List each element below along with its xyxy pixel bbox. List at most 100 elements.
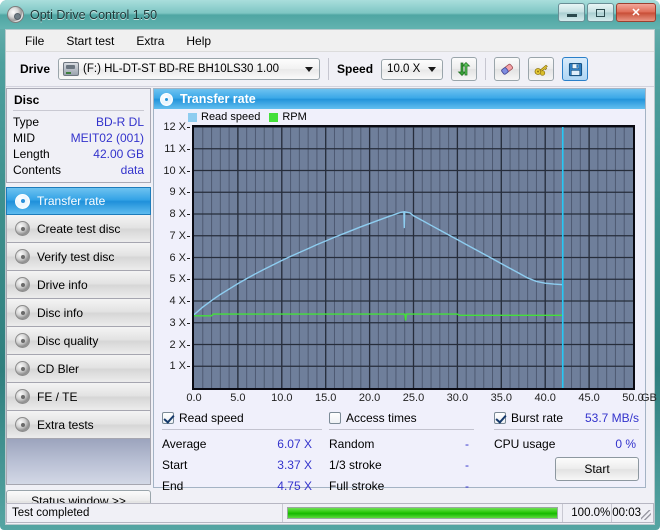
- burst-rate-label: Burst rate: [511, 410, 564, 425]
- x-axis-tick: 45.0: [578, 392, 600, 404]
- sidebar-item-label: Drive info: [37, 277, 88, 292]
- y-axis-tick: 4 X: [154, 295, 190, 307]
- sidebar-item-extra-tests[interactable]: Extra tests: [6, 411, 151, 439]
- sidebar-item-drive-info[interactable]: Drive info: [6, 271, 151, 299]
- burst-rate-checkbox-row[interactable]: Burst rate 53.7 MB/s: [494, 409, 639, 426]
- third-stroke-label: 1/3 stroke: [329, 458, 382, 472]
- disc-icon: [15, 361, 30, 376]
- sidebar-item-label: Disc quality: [37, 333, 99, 348]
- disc-info-row: Type BD-R DL: [13, 114, 144, 130]
- client-area: File Start test Extra Help Drive (F:) HL…: [5, 29, 657, 525]
- disc-icon: [15, 249, 30, 264]
- stat-row: Full stroke -: [329, 476, 474, 497]
- toolbar-separator-2: [485, 58, 487, 80]
- y-axis-tick: 3 X: [154, 317, 190, 329]
- y-axis-tick: 11 X: [154, 143, 190, 155]
- sidebar-item-label: Extra tests: [37, 417, 94, 432]
- sidebar-item-disc-info[interactable]: Disc info: [6, 299, 151, 327]
- chart-panel: Transfer rate Read speed RPM 1 X 2 X 3 X 4 …: [153, 88, 657, 493]
- disc-info-row: Contents data: [13, 162, 144, 178]
- disc-icon: [15, 417, 30, 432]
- refresh-arrows-icon: [457, 62, 471, 76]
- start-label: Start: [162, 458, 188, 472]
- x-axis-tick: 30.0: [446, 392, 469, 404]
- disc-contents-label: Contents: [13, 163, 62, 177]
- maximize-button[interactable]: [587, 3, 614, 22]
- save-button[interactable]: [562, 57, 589, 81]
- x-axis-tick: 20.0: [358, 392, 381, 404]
- eraser-icon: [501, 63, 514, 75]
- disc-icon: [15, 389, 30, 404]
- x-axis-unit-label: GB: [641, 392, 657, 404]
- chevron-down-icon: [305, 67, 314, 72]
- erase-button[interactable]: [494, 57, 521, 81]
- transfer-rate-chart: [194, 127, 633, 388]
- tab-list: Transfer rate Create test disc Verify te…: [6, 187, 151, 485]
- drive-select[interactable]: (F:) HL-DT-ST BD-RE BH10LS30 1.00: [58, 58, 321, 80]
- read-speed-column: Read speed Average 6.07 X Start 3.37 X E…: [162, 409, 322, 497]
- stat-row: End 4.75 X: [162, 476, 322, 497]
- disc-info-row: MID MEIT02 (001): [13, 130, 144, 146]
- disc-mid-label: MID: [13, 131, 35, 145]
- y-axis-tick: 9 X: [154, 186, 190, 198]
- end-label: End: [162, 479, 184, 493]
- legend-swatch-rpm: [269, 112, 279, 122]
- divider: [162, 429, 322, 430]
- progress-bar-fill: [288, 508, 558, 518]
- burst-rate-column: Burst rate 53.7 MB/s CPU usage 0 %: [494, 409, 639, 455]
- disc-icon: [15, 193, 30, 209]
- stat-row: Random -: [329, 434, 474, 455]
- stat-row: CPU usage 0 %: [494, 434, 639, 455]
- sidebar-item-fe-te[interactable]: FE / TE: [6, 383, 151, 411]
- minimize-button[interactable]: [558, 3, 585, 22]
- read-speed-checkbox[interactable]: [162, 411, 174, 424]
- x-axis-tick: 10.0: [271, 392, 293, 404]
- menu-item-help[interactable]: Help: [175, 31, 222, 51]
- drive-icon: [63, 62, 80, 76]
- sidebar-item-disc-quality[interactable]: Disc quality: [6, 327, 151, 355]
- sidebar-item-label: Create test disc: [37, 221, 121, 236]
- sidebar-item-create-test-disc[interactable]: Create test disc: [6, 215, 151, 243]
- legend-label-read-speed: Read speed: [201, 111, 261, 123]
- third-stroke-value: -: [465, 458, 469, 472]
- sidebar-item-cd-bler[interactable]: CD Bler: [6, 355, 151, 383]
- access-times-checkbox[interactable]: [329, 411, 341, 424]
- start-button[interactable]: Start: [555, 457, 639, 481]
- stats-panel: Read speed Average 6.07 X Start 3.37 X E…: [154, 405, 645, 493]
- y-axis-tick: 5 X: [154, 273, 190, 285]
- close-button[interactable]: ✕: [616, 3, 656, 22]
- drive-label: Drive: [20, 62, 51, 76]
- progress-percent: 100.0%: [562, 504, 611, 522]
- divider: [329, 429, 474, 430]
- read-speed-checkbox-row[interactable]: Read speed: [162, 409, 322, 426]
- menu-item-file[interactable]: File: [14, 31, 55, 51]
- left-panel: Disc Type BD-R DL MID MEIT02 (001) Lengt…: [6, 88, 151, 512]
- disc-icon: [7, 6, 24, 23]
- x-axis-tick: 5.0: [230, 392, 246, 404]
- y-axis-tick: 7 X: [154, 230, 190, 242]
- full-stroke-label: Full stroke: [329, 479, 385, 493]
- sidebar-item-verify-test-disc[interactable]: Verify test disc: [6, 243, 151, 271]
- sidebar-item-label: Disc info: [37, 305, 84, 320]
- floppy-disk-icon: [568, 62, 582, 76]
- menu-item-start-test[interactable]: Start test: [55, 31, 125, 51]
- tools-button[interactable]: [528, 57, 555, 81]
- legend-swatch-read-speed: [188, 112, 197, 122]
- burst-rate-checkbox[interactable]: [494, 411, 506, 424]
- sidebar-item-transfer-rate[interactable]: Transfer rate: [6, 187, 151, 215]
- speed-select[interactable]: 10.0 X: [381, 58, 444, 80]
- x-axis-tick: 40.0: [534, 392, 556, 404]
- plot-wrapper: Read speed RPM 1 X 2 X 3 X 4 X 5 X 6 X 7 X 8 X 9…: [154, 109, 657, 405]
- random-label: Random: [329, 437, 375, 451]
- access-times-checkbox-row[interactable]: Access times: [329, 409, 474, 426]
- access-times-label: Access times: [346, 410, 417, 425]
- disc-type-label: Type: [13, 115, 40, 129]
- sidebar-item-label: Verify test disc: [37, 249, 115, 264]
- divider: [494, 429, 639, 430]
- resize-grip[interactable]: [641, 510, 651, 520]
- refresh-button[interactable]: [451, 57, 478, 81]
- disc-mid-value: MEIT02 (001): [70, 131, 144, 145]
- toolbar: Drive (F:) HL-DT-ST BD-RE BH10LS30 1.00 …: [6, 52, 654, 87]
- full-stroke-value: -: [465, 479, 469, 493]
- menu-item-extra[interactable]: Extra: [125, 31, 175, 51]
